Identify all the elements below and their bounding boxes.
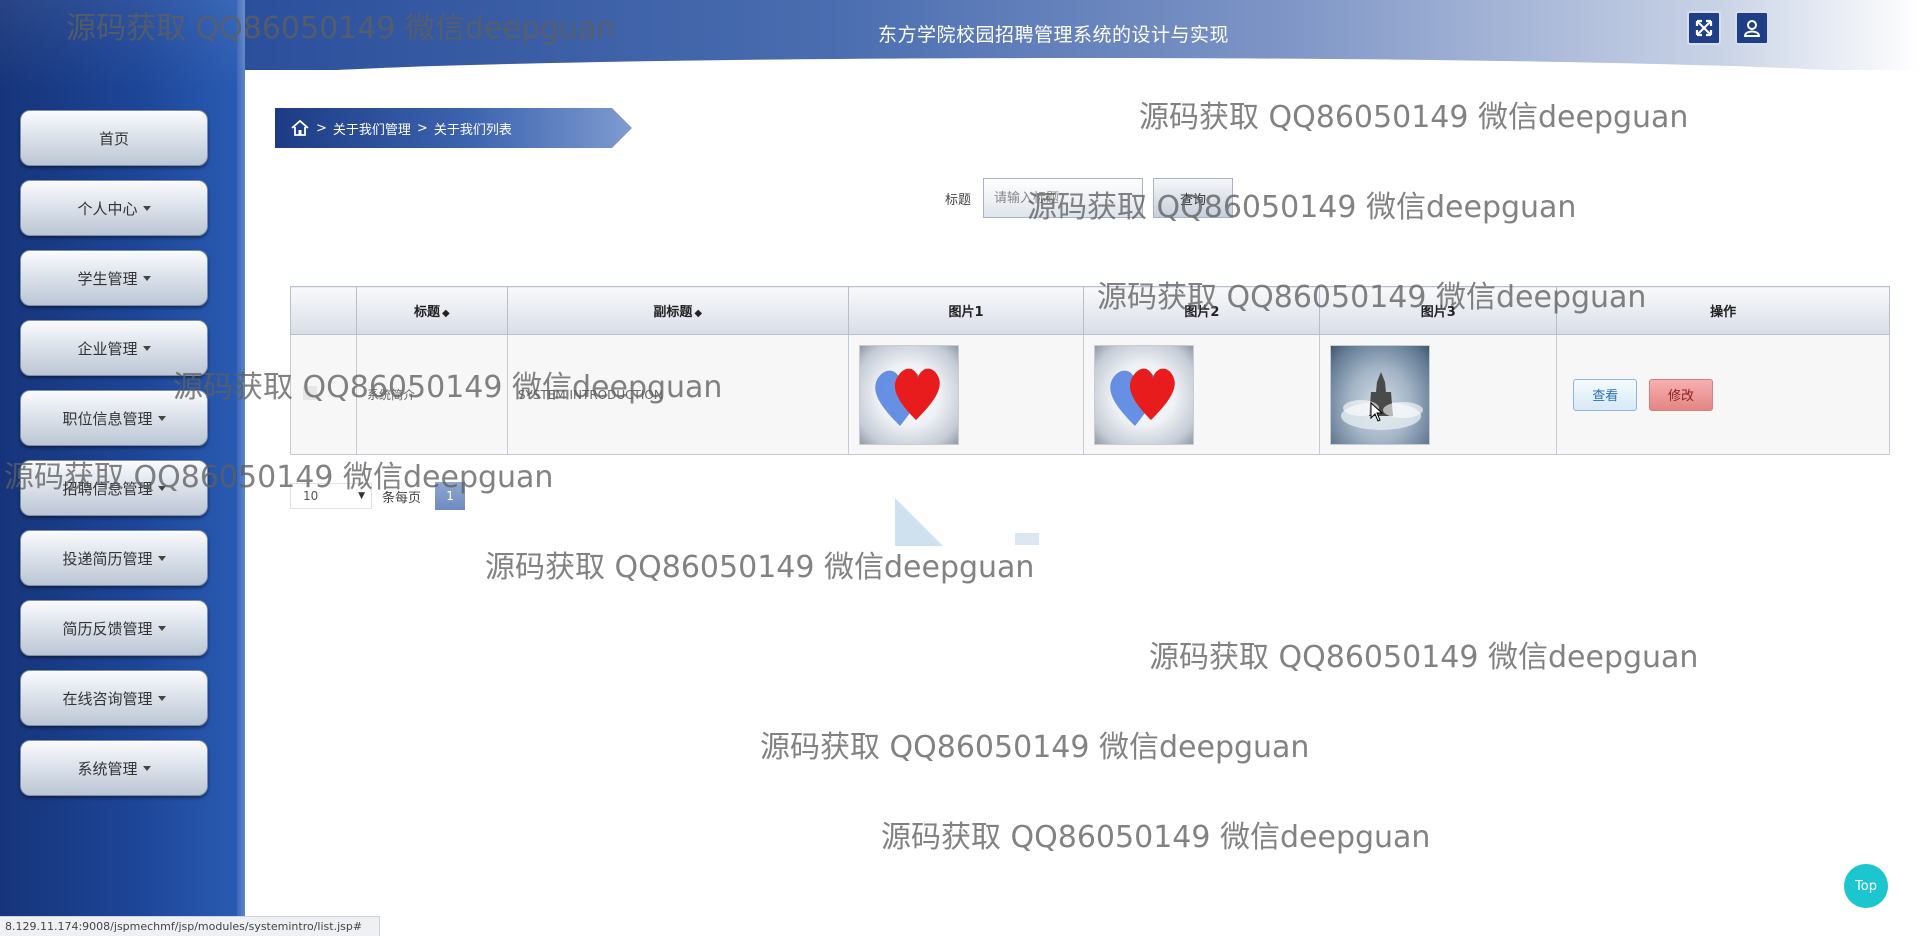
edit-button[interactable]: 修改 bbox=[1649, 378, 1714, 411]
hearts-icon bbox=[874, 368, 940, 426]
sidebar-menu: 首页 个人中心 学生管理 企业管理 职位信息管理 招聘信息管理 投递简历管理 简… bbox=[20, 110, 210, 810]
sidebar-item-label: 学生管理 bbox=[77, 269, 138, 288]
sidebar-item-label: 在线咨询管理 bbox=[62, 689, 153, 708]
watermark-text: 源码获取 QQ86050149 微信deepguan bbox=[760, 730, 1310, 765]
sort-icon: ◆ bbox=[694, 308, 703, 319]
hearts-icon bbox=[1110, 368, 1176, 426]
hearts-image[interactable] bbox=[1094, 344, 1195, 445]
page-number-button[interactable]: 1 bbox=[435, 482, 466, 510]
sidebar-item-label: 企业管理 bbox=[77, 339, 138, 358]
breadcrumb-level2: 关于我们列表 bbox=[433, 122, 512, 138]
caret-down-icon bbox=[157, 695, 166, 701]
pagination: 10 ▼ 条每页 1 bbox=[290, 482, 466, 510]
select-column-header[interactable] bbox=[290, 286, 357, 335]
mouse-cursor-icon bbox=[1370, 402, 1384, 422]
search-button[interactable]: 查询 bbox=[1153, 178, 1234, 218]
data-table: 标题 ◆ 副标题 ◆ 图片1 图片2 图片3 操作 系统简介 SYSTEM INTR… bbox=[290, 286, 1890, 455]
breadcrumb-separator: > bbox=[316, 120, 327, 136]
sidebar-item-label: 首页 bbox=[98, 129, 129, 148]
row-checkbox-cell[interactable] bbox=[290, 334, 357, 455]
caret-down-icon bbox=[142, 205, 151, 211]
column-label: 图片3 bbox=[1420, 305, 1456, 320]
sidebar-item-label: 职位信息管理 bbox=[62, 409, 153, 428]
row-image3-cell bbox=[1319, 334, 1558, 455]
data-table-wrapper: 标题 ◆ 副标题 ◆ 图片1 图片2 图片3 操作 系统简介 SYSTEM INTR… bbox=[290, 286, 1890, 455]
castle-in-clouds-image[interactable] bbox=[1330, 344, 1431, 445]
search-label: 标题 bbox=[945, 192, 972, 208]
caret-down-icon bbox=[142, 345, 151, 351]
table-row: 系统简介 SYSTEM INTRODUCTION 查看 修改 bbox=[290, 334, 1890, 455]
per-page-label: 条每页 bbox=[382, 490, 422, 506]
dropdown-arrow-icon: ▼ bbox=[358, 491, 365, 501]
user-icon bbox=[1743, 20, 1761, 37]
table-header-row: 标题 ◆ 副标题 ◆ 图片1 图片2 图片3 操作 bbox=[290, 286, 1890, 335]
decorative-rectangle bbox=[1015, 533, 1039, 545]
fullscreen-button[interactable] bbox=[1687, 11, 1721, 45]
sidebar-item-resume-submissions[interactable]: 投递简历管理 bbox=[20, 530, 208, 586]
sidebar-item-label: 投递简历管理 bbox=[62, 549, 153, 568]
home-icon[interactable] bbox=[290, 118, 310, 138]
page-size-value: 10 bbox=[303, 489, 319, 503]
sidebar-item-online-consult[interactable]: 在线咨询管理 bbox=[20, 670, 208, 726]
sidebar-item-companies[interactable]: 企业管理 bbox=[20, 320, 208, 376]
caret-down-icon bbox=[157, 555, 166, 561]
browser-status-url: 8.129.11.174:9008/jspmechmf/jsp/modules/… bbox=[0, 916, 380, 936]
back-to-top-button[interactable]: Top bbox=[1844, 864, 1888, 908]
search-input[interactable] bbox=[983, 178, 1144, 218]
search-bar: 标题 查询 bbox=[945, 178, 1234, 218]
sort-icon: ◆ bbox=[442, 308, 450, 319]
row-title: 系统简介 bbox=[355, 334, 508, 455]
subtitle-column-header[interactable]: 副标题 ◆ bbox=[506, 286, 849, 335]
fullscreen-icon bbox=[1695, 19, 1713, 37]
sidebar-item-label: 个人中心 bbox=[77, 199, 138, 218]
image2-column-header: 图片2 bbox=[1083, 286, 1321, 335]
column-label: 图片1 bbox=[948, 305, 984, 320]
sidebar-item-resume-feedback[interactable]: 简历反馈管理 bbox=[20, 600, 208, 656]
sidebar-item-home[interactable]: 首页 bbox=[20, 110, 208, 166]
column-label: 副标题 bbox=[653, 305, 693, 320]
sidebar-item-personal-center[interactable]: 个人中心 bbox=[20, 180, 208, 236]
row-checkbox[interactable] bbox=[303, 386, 317, 400]
actions-column-header: 操作 bbox=[1556, 286, 1890, 335]
image1-column-header: 图片1 bbox=[847, 286, 1085, 335]
sidebar-item-positions[interactable]: 职位信息管理 bbox=[20, 390, 208, 446]
header: 东方学院校园招聘管理系统的设计与实现 bbox=[245, 0, 1920, 80]
breadcrumb: > 关于我们管理 > 关于我们列表 bbox=[275, 108, 632, 148]
watermark-text: 源码获取 QQ86050149 微信deepguan bbox=[1139, 100, 1689, 135]
row-actions-cell: 查看 修改 bbox=[1556, 334, 1890, 455]
sidebar-item-label: 招聘信息管理 bbox=[62, 479, 153, 498]
breadcrumb-level1[interactable]: 关于我们管理 bbox=[333, 119, 411, 138]
sidebar-item-students[interactable]: 学生管理 bbox=[20, 250, 208, 306]
sidebar-item-recruitment[interactable]: 招聘信息管理 bbox=[20, 460, 208, 516]
castle-icon bbox=[1341, 371, 1424, 430]
watermark-text: 源码获取 QQ86050149 微信deepguan bbox=[485, 550, 1035, 585]
column-label: 图片2 bbox=[1184, 305, 1220, 320]
view-button[interactable]: 查看 bbox=[1573, 378, 1638, 411]
caret-down-icon bbox=[142, 275, 151, 281]
sidebar-item-label: 简历反馈管理 bbox=[62, 619, 153, 638]
sidebar-item-label: 系统管理 bbox=[77, 759, 138, 778]
column-label: 标题 bbox=[414, 305, 441, 320]
decorative-triangle bbox=[895, 498, 943, 546]
column-label: 操作 bbox=[1710, 305, 1737, 320]
caret-down-icon bbox=[157, 485, 166, 491]
caret-down-icon bbox=[157, 625, 166, 631]
hearts-image[interactable] bbox=[858, 344, 959, 445]
page-size-select[interactable]: 10 ▼ bbox=[290, 483, 372, 509]
user-button[interactable] bbox=[1735, 11, 1769, 45]
watermark-text: 源码获取 QQ86050149 微信deepguan bbox=[881, 820, 1431, 855]
row-image1-cell bbox=[847, 334, 1085, 455]
app-title: 东方学院校园招聘管理系统的设计与实现 bbox=[878, 24, 1230, 46]
caret-down-icon bbox=[142, 765, 151, 771]
breadcrumb-separator: > bbox=[416, 120, 428, 136]
caret-down-icon bbox=[157, 415, 166, 421]
row-subtitle: SYSTEM INTRODUCTION bbox=[506, 334, 849, 455]
image3-column-header: 图片3 bbox=[1319, 286, 1558, 335]
watermark-text: 源码获取 QQ86050149 微信deepguan bbox=[1149, 640, 1699, 675]
title-column-header[interactable]: 标题 ◆ bbox=[355, 286, 508, 335]
sidebar-item-system[interactable]: 系统管理 bbox=[20, 740, 208, 796]
row-image2-cell bbox=[1083, 334, 1321, 455]
sidebar: 首页 个人中心 学生管理 企业管理 职位信息管理 招聘信息管理 投递简历管理 简… bbox=[0, 0, 245, 936]
